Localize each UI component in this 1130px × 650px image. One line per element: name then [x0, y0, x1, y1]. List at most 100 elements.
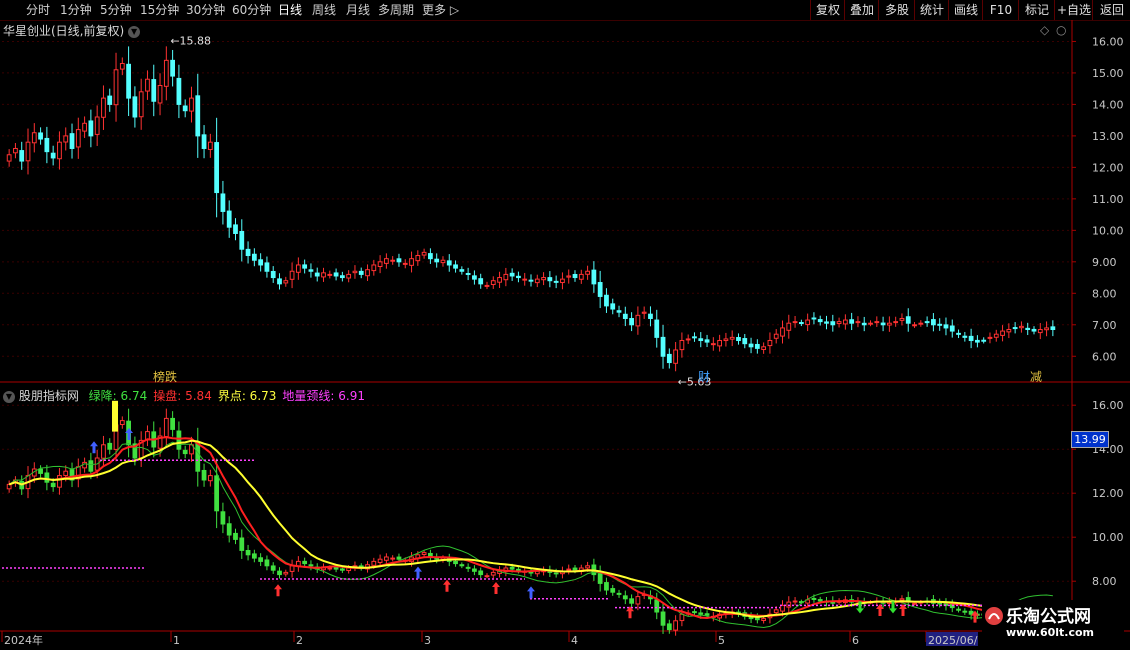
tab-period-6[interactable]: 日线 — [278, 0, 302, 20]
candle-body — [761, 346, 767, 350]
candle-body — [396, 258, 402, 263]
ytick-label-main: 8.00 — [1092, 287, 1117, 300]
candle-body — [572, 273, 578, 279]
candle-body — [94, 116, 100, 135]
tab-period-7[interactable]: 周线 — [312, 0, 336, 20]
tab-period-1[interactable]: 1分钟 — [60, 0, 92, 20]
candle-body — [949, 325, 955, 332]
ind-candle-body — [82, 461, 87, 469]
circle-icon: ○ — [1056, 23, 1066, 37]
candle-body — [1006, 329, 1012, 333]
ytick-label-main: 6.00 — [1092, 350, 1117, 363]
candle-body — [490, 280, 496, 286]
ind-candle-body — [245, 549, 251, 556]
ind-candle-body — [673, 620, 678, 631]
ind-candle-body — [585, 565, 590, 569]
xtick-label: 2 — [296, 634, 303, 647]
candle-body — [924, 321, 930, 324]
candle-body — [107, 95, 113, 105]
candle-body — [50, 152, 56, 159]
event-label: 减 — [1030, 370, 1042, 384]
price-tag: 13.99 — [1071, 431, 1109, 448]
toolbar-button-7[interactable]: +自选 — [1054, 0, 1093, 20]
candle-body — [956, 332, 961, 335]
tab-period-0[interactable]: 分时 — [26, 0, 50, 20]
tab-period-3[interactable]: 15分钟 — [140, 0, 179, 20]
candle-body — [943, 324, 949, 329]
ind-candle-body — [214, 475, 220, 512]
candle-body — [975, 339, 980, 343]
ind-candle-body — [912, 602, 917, 605]
candle-body — [207, 141, 213, 150]
candle-body — [503, 273, 509, 281]
ind-candle-body — [170, 417, 176, 430]
main-chart-title: 华星创业(日线,前复权) — [3, 24, 125, 38]
candle-body — [616, 310, 622, 313]
xtick-label: 3 — [424, 634, 431, 647]
candle-body — [717, 340, 723, 347]
candle-body — [402, 262, 408, 265]
candle-body — [63, 135, 69, 143]
ind-candle-body — [597, 573, 603, 584]
stock-chart[interactable]: 16.0015.0014.0013.0012.0011.0010.009.008… — [0, 20, 1130, 650]
candle-body — [912, 324, 917, 327]
candle-body — [830, 321, 836, 326]
candle-body — [69, 133, 75, 149]
candle-body — [937, 323, 943, 326]
candle-body — [409, 258, 414, 266]
toolbar-button-3[interactable]: 统计 — [914, 0, 949, 20]
high-label: ←15.88 — [170, 34, 211, 47]
chevron-down-icon[interactable]: ▼ — [3, 390, 15, 403]
toolbar-button-1[interactable]: 叠加 — [844, 0, 879, 20]
ind-candle-body — [811, 597, 817, 600]
candle-body — [57, 141, 62, 160]
buy-arrow-icon — [274, 584, 282, 597]
candle-body — [962, 335, 968, 338]
candle-body — [748, 343, 754, 348]
tab-period-9[interactable]: 多周期 — [378, 0, 414, 20]
candle-body — [214, 142, 220, 194]
ind-candle-body — [629, 598, 634, 604]
candle-body — [817, 319, 823, 323]
toolbar-button-4[interactable]: 画线 — [948, 0, 983, 20]
ind-candle-body — [472, 568, 477, 572]
ind-candle-body — [270, 565, 276, 571]
toolbar-button-8[interactable]: 返回 — [1092, 0, 1130, 20]
ind-candle-body — [226, 523, 232, 536]
tab-period-2[interactable]: 5分钟 — [100, 0, 132, 20]
tab-period-10[interactable]: 更多 ▷ — [422, 0, 459, 20]
ind-candle-body — [44, 472, 50, 483]
candle-body — [541, 277, 546, 281]
tab-period-8[interactable]: 月线 — [346, 0, 370, 20]
signal-arrow-icon — [527, 586, 535, 599]
toolbar-button-5[interactable]: F10 — [982, 0, 1019, 20]
candle-body — [182, 105, 188, 112]
watermark: 乐淘公式网 www.60lt.com — [982, 600, 1124, 646]
candle-body — [421, 251, 427, 256]
ind-candle-body — [553, 572, 559, 575]
toolbar-button-6[interactable]: 标记 — [1018, 0, 1055, 20]
candle-body — [13, 147, 18, 154]
ytick-label-main: 14.00 — [1092, 98, 1124, 111]
candle-body — [119, 62, 125, 70]
candle-body — [384, 258, 389, 264]
candle-body — [560, 278, 565, 284]
ind-candle-body — [660, 611, 666, 626]
candle-body — [201, 134, 207, 149]
toolbar-button-2[interactable]: 多股 — [878, 0, 915, 20]
toolbar-button-0[interactable]: 复权 — [810, 0, 845, 20]
chevron-down-icon[interactable]: ▼ — [128, 25, 141, 38]
diamond-icon: ◇ — [1040, 23, 1050, 37]
candle-body — [157, 85, 163, 104]
xtick-label: 1 — [173, 634, 180, 647]
candle-body — [861, 322, 867, 326]
candle-body — [478, 278, 484, 285]
tab-period-5[interactable]: 60分钟 — [232, 0, 271, 20]
ytick-label-main: 12.00 — [1092, 161, 1124, 174]
candle-body — [931, 319, 936, 326]
candle-body — [44, 137, 50, 153]
tab-period-4[interactable]: 30分钟 — [186, 0, 225, 20]
xtick-label: 2024年 — [4, 633, 43, 647]
candle-body — [855, 321, 861, 324]
ind-candle-body — [453, 560, 458, 565]
